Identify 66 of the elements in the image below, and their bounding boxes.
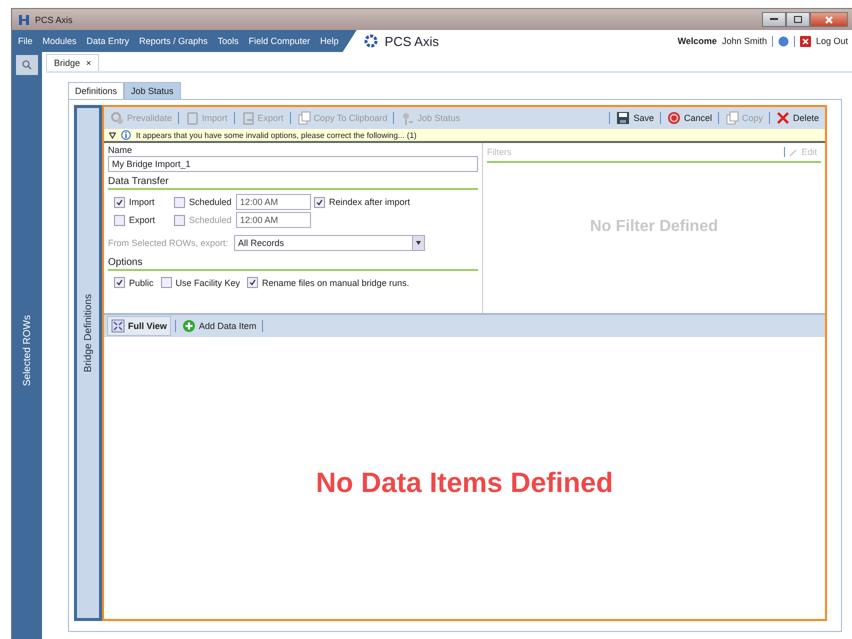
copy-icon <box>724 111 739 125</box>
logout-link[interactable]: Log Out <box>816 36 848 46</box>
name-field[interactable]: My Bridge Import_1 <box>108 156 478 172</box>
collapse-toggle-icon[interactable] <box>109 132 116 138</box>
maximize-icon <box>794 16 802 23</box>
search-icon <box>22 60 32 70</box>
field-label: From Selected ROWs, export: <box>108 238 228 248</box>
checkbox[interactable]: Reindex after import <box>314 196 410 208</box>
checkbox[interactable]: Scheduled <box>174 196 236 208</box>
tab[interactable]: Definitions <box>68 82 124 99</box>
checkbox[interactable]: Export <box>114 214 174 226</box>
checkmark-icon <box>116 279 123 286</box>
pencil-icon <box>789 148 798 156</box>
filters-title: Filters <box>487 147 512 157</box>
empty-message: No Data Items Defined <box>314 466 614 500</box>
user-name: John Smith <box>722 36 767 46</box>
toolbar-button[interactable]: Delete <box>774 111 821 125</box>
cancel-icon <box>666 111 681 125</box>
panel-title[interactable]: Selected ROWs <box>22 315 32 386</box>
toolbar-button[interactable]: Save <box>614 111 656 125</box>
app-icon <box>18 14 30 26</box>
checkbox[interactable]: Import <box>114 196 174 208</box>
delete-icon <box>776 111 790 125</box>
alert-message: It appears that you have some invalid options, please correct the following... (1) <box>136 130 418 140</box>
toolbar-button[interactable]: Add Data Item <box>180 319 258 333</box>
menu-item[interactable]: Help <box>320 36 339 46</box>
checkmark-icon <box>249 279 256 286</box>
field-label: Name <box>108 145 134 155</box>
tab[interactable]: Job Status <box>124 82 181 99</box>
add-icon <box>182 319 196 333</box>
copy-icon <box>296 111 311 125</box>
logout-icon[interactable] <box>800 36 811 46</box>
section-heading: Options <box>108 255 478 271</box>
dropdown-arrow-icon[interactable] <box>416 241 422 245</box>
toolbar-button[interactable]: Cancel <box>664 111 714 125</box>
welcome-label: Welcome <box>678 36 717 46</box>
window-title: PCS Axis <box>35 14 73 24</box>
checkmark-icon <box>316 198 323 206</box>
info-icon <box>121 130 131 140</box>
document-tab[interactable]: Bridge × <box>46 54 100 71</box>
fullview-icon <box>111 319 125 333</box>
search-button[interactable] <box>16 55 38 75</box>
save-icon <box>616 111 630 125</box>
checkmark-icon <box>116 198 123 206</box>
toolbar-button[interactable]: Full View <box>107 316 171 336</box>
menu-item[interactable]: File <box>18 36 33 46</box>
time-field[interactable]: 12:00 AM <box>236 194 311 210</box>
checkbox[interactable]: Use Facility Key <box>160 277 240 288</box>
menu-item[interactable]: Reports / Graphs <box>139 36 208 46</box>
menu-item[interactable]: Field Computer <box>248 36 310 46</box>
section-heading: Data Transfer <box>108 174 478 190</box>
close-button[interactable] <box>810 12 848 27</box>
panel-title: Bridge Definitions <box>82 294 94 372</box>
ring-logo-icon <box>362 33 379 49</box>
minimize-icon <box>770 18 778 21</box>
checkbox[interactable]: Rename files on manual bridge runs. <box>247 277 410 288</box>
maximize-button[interactable] <box>786 12 810 27</box>
brand-name: PCS Axis <box>384 34 439 48</box>
time-field[interactable]: 12:00 AM <box>236 212 311 228</box>
minimize-button[interactable] <box>762 12 786 27</box>
side-panel[interactable]: Bridge Definitions <box>74 105 102 621</box>
menu-item[interactable]: Tools <box>218 36 239 46</box>
close-icon <box>825 16 833 24</box>
menu-item[interactable]: Data Entry <box>86 36 130 46</box>
menu-item[interactable]: Modules <box>42 36 77 46</box>
checkbox[interactable]: Public <box>114 277 154 288</box>
